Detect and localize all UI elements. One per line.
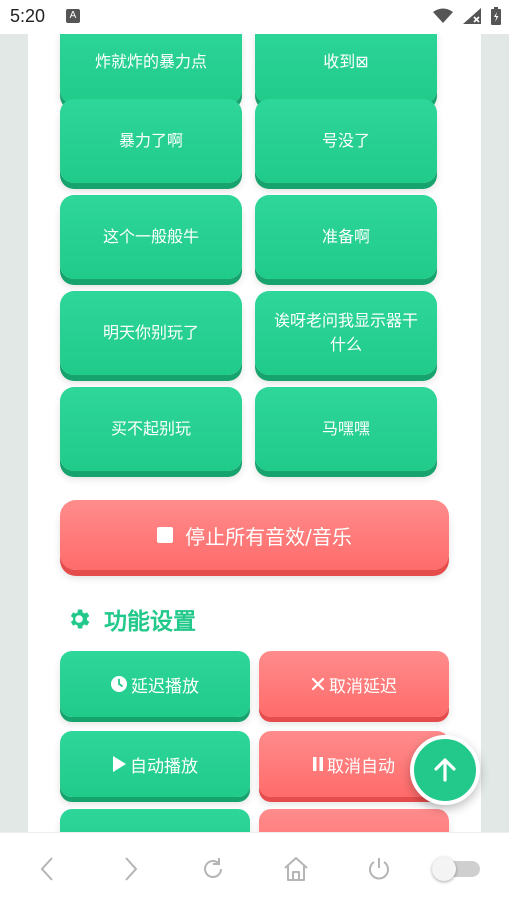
status-time: 5:20 (10, 6, 46, 26)
delay-play-button[interactable]: 延迟播放 (60, 651, 250, 717)
sound-button[interactable]: 买不起别玩 (60, 387, 242, 471)
settings-button-partial[interactable] (60, 809, 250, 832)
sound-button[interactable]: 明天你别玩了 (60, 291, 242, 375)
settings-section-title: 功能设置 (66, 602, 196, 636)
play-icon (113, 756, 126, 772)
refresh-button[interactable] (197, 853, 229, 885)
auto-play-button[interactable]: 自动播放 (60, 731, 250, 797)
signal-icon (463, 8, 481, 24)
content-panel: 炸就炸的暴力点 收到⊠ 暴力了啊 号没了 这个一般般牛 准备啊 明天你别玩了 诶… (28, 34, 481, 832)
sound-button[interactable]: 这个一般般牛 (60, 195, 242, 279)
auto-play-label: 自动播放 (130, 756, 198, 777)
sound-button-label: 准备啊 (321, 227, 370, 246)
delay-play-label: 延迟播放 (131, 676, 199, 697)
battery-icon (491, 7, 501, 25)
night-mode-toggle[interactable] (432, 857, 480, 881)
sound-button-label: 马嘿嘿 (321, 419, 370, 438)
sound-button[interactable]: 马嘿嘿 (255, 387, 437, 471)
chevron-left-icon (40, 857, 53, 881)
sound-button[interactable]: 诶呀老问我显示器干什么 (255, 291, 437, 375)
refresh-icon (204, 858, 222, 878)
notification-icon: A (66, 9, 80, 23)
scroll-to-top-button[interactable] (410, 735, 480, 805)
sound-button[interactable]: 暴力了啊 (60, 99, 242, 183)
sound-button-label: 号没了 (321, 131, 370, 150)
cancel-delay-button[interactable]: 取消延迟 (259, 651, 449, 717)
toggle-knob (432, 857, 456, 881)
sound-button[interactable]: 炸就炸的暴力点 (60, 34, 242, 104)
sound-button-label: 收到⊠ (323, 52, 369, 71)
sound-button-label: 暴力了啊 (118, 131, 183, 150)
arrow-up-icon (434, 758, 456, 782)
power-button[interactable] (363, 853, 395, 885)
forward-button[interactable] (114, 853, 146, 885)
cancel-auto-label: 取消自动 (327, 756, 395, 777)
sound-button[interactable]: 准备啊 (255, 195, 437, 279)
clock-icon (111, 676, 127, 692)
sound-button-label: 买不起别玩 (110, 419, 191, 438)
power-icon (369, 858, 389, 880)
status-bar: 5:20 A (0, 0, 509, 34)
sound-button-label: 这个一般般牛 (102, 227, 199, 246)
x-icon (311, 677, 325, 691)
wifi-icon (433, 8, 453, 23)
cancel-delay-label: 取消延迟 (329, 676, 397, 697)
sound-button[interactable]: 号没了 (255, 99, 437, 183)
stop-all-button[interactable]: 停止所有音效/音乐 (60, 500, 449, 570)
back-button[interactable] (32, 853, 64, 885)
chevron-right-icon (125, 857, 138, 881)
sound-button[interactable]: 收到⊠ (255, 34, 437, 104)
settings-button-partial[interactable] (259, 809, 449, 832)
gear-icon (70, 609, 90, 629)
home-button[interactable] (280, 853, 312, 885)
bottom-nav-bar (0, 832, 509, 904)
stop-icon (157, 527, 174, 543)
stop-all-label: 停止所有音效/音乐 (185, 524, 352, 549)
sound-button-label: 诶呀老问我显示器干什么 (273, 311, 418, 354)
settings-title: 功能设置 (104, 609, 196, 635)
home-icon (284, 857, 308, 881)
sound-button-label: 炸就炸的暴力点 (94, 52, 207, 71)
sound-button-label: 明天你别玩了 (102, 323, 199, 342)
pause-icon (313, 757, 323, 771)
